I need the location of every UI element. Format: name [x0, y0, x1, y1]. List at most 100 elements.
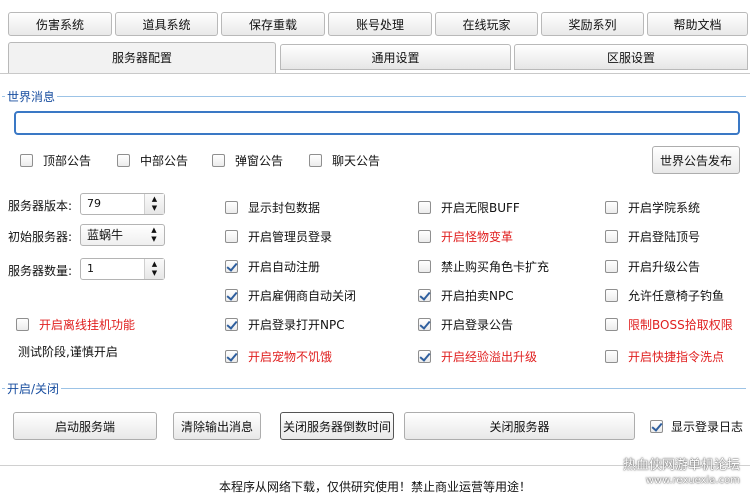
- checkbox-box[interactable]: [225, 259, 238, 273]
- checkbox-label: 开启拍卖NPC: [441, 288, 514, 303]
- checkbox-box[interactable]: [418, 259, 431, 273]
- infinite-buff-checkbox[interactable]: 开启无限BUFF: [418, 197, 520, 217]
- checkbox-label: 允许任意椅子钓鱼: [628, 288, 725, 303]
- pet-no-hunger-checkbox[interactable]: 开启宠物不饥饿: [225, 346, 332, 366]
- quick-command-reset-checkbox[interactable]: 开启快捷指令洗点: [605, 346, 724, 366]
- tab-save-reload[interactable]: 保存重载: [221, 12, 325, 36]
- offline-afk-checkbox[interactable]: 开启离线挂机功能: [16, 314, 135, 334]
- checkbox-box[interactable]: [605, 200, 618, 214]
- tab-zone-settings[interactable]: 区服设置: [514, 44, 748, 70]
- academy-system-checkbox[interactable]: 开启学院系统: [605, 197, 700, 217]
- clear-output-button[interactable]: 清除输出消息: [173, 412, 261, 440]
- tab-damage-system[interactable]: 伤害系统: [8, 12, 112, 36]
- checkbox-label: 中部公告: [140, 153, 189, 168]
- top-notice-checkbox[interactable]: 顶部公告: [20, 150, 91, 170]
- chat-notice-checkbox[interactable]: 聊天公告: [309, 150, 380, 170]
- shutdown-countdown-button[interactable]: 关闭服务器倒数时间: [280, 412, 394, 440]
- login-open-npc-checkbox[interactable]: 开启登录打开NPC: [225, 314, 345, 334]
- tab-account[interactable]: 账号处理: [328, 12, 432, 36]
- checkbox-label: 开启自动注册: [248, 259, 321, 274]
- checkbox-box[interactable]: [16, 317, 29, 331]
- checkbox-label: 开启离线挂机功能: [39, 317, 136, 332]
- checkbox-label: 聊天公告: [332, 153, 381, 168]
- checkbox-label: 开启经验溢出升级: [441, 349, 538, 364]
- tab-online-players[interactable]: 在线玩家: [435, 12, 538, 36]
- spinner-arrows-icon[interactable]: ▲ ▼: [144, 194, 164, 214]
- world-message-group-label: 世界消息: [5, 88, 58, 105]
- checkbox-box[interactable]: [225, 317, 238, 331]
- server-version-value: 79: [87, 197, 101, 210]
- checkbox-box[interactable]: [605, 229, 618, 243]
- init-server-value: 蓝蜗牛: [87, 228, 124, 242]
- boss-loot-restrict-checkbox[interactable]: 限制BOSS拾取权限: [605, 314, 733, 334]
- checkbox-label: 弹窗公告: [235, 153, 284, 168]
- checkbox-label: 禁止购买角色卡扩充: [441, 259, 550, 274]
- tab-pane-border: [0, 73, 750, 74]
- admin-login-checkbox[interactable]: 开启管理员登录: [225, 226, 332, 246]
- tab-server-config[interactable]: 服务器配置: [8, 42, 276, 74]
- forbid-char-slot-purchase-checkbox[interactable]: 禁止购买角色卡扩充: [418, 256, 549, 276]
- checkbox-box[interactable]: [605, 349, 618, 363]
- checkbox-label: 限制BOSS拾取权限: [628, 317, 733, 332]
- tab-item-system[interactable]: 道具系统: [115, 12, 218, 36]
- checkbox-label: 显示登录日志: [671, 419, 744, 434]
- show-packet-data-checkbox[interactable]: 显示封包数据: [225, 197, 320, 217]
- tab-help[interactable]: 帮助文档: [647, 12, 748, 36]
- start-server-button[interactable]: 启动服务端: [13, 412, 157, 440]
- checkbox-label: 显示封包数据: [248, 200, 321, 215]
- exp-overflow-levelup-checkbox[interactable]: 开启经验溢出升级: [418, 346, 537, 366]
- server-count-value: 1: [87, 262, 94, 275]
- checkbox-box[interactable]: [225, 288, 238, 302]
- testing-note: 测试阶段,谨慎开启: [18, 345, 118, 359]
- levelup-notice-checkbox[interactable]: 开启升级公告: [605, 256, 700, 276]
- server-count-spinner[interactable]: 1 ▲ ▼: [80, 258, 165, 280]
- checkbox-box[interactable]: [225, 200, 238, 214]
- login-notice-checkbox[interactable]: 开启登录公告: [418, 314, 513, 334]
- power-group-label: 开启/关闭: [5, 380, 62, 397]
- power-group-border: [2, 388, 746, 389]
- init-server-label: 初始服务器:: [8, 230, 73, 244]
- checkbox-label: 开启快捷指令洗点: [628, 349, 725, 364]
- auto-register-checkbox[interactable]: 开启自动注册: [225, 256, 320, 276]
- any-chair-fishing-checkbox[interactable]: 允许任意椅子钓鱼: [605, 285, 724, 305]
- watermark-url: www.rexuexia.com: [645, 475, 740, 486]
- login-kick-duplicate-checkbox[interactable]: 开启登陆顶号: [605, 226, 700, 246]
- checkbox-label: 开启登录公告: [441, 317, 514, 332]
- spinner-arrows-icon[interactable]: ▲ ▼: [144, 259, 164, 279]
- middle-notice-checkbox[interactable]: 中部公告: [117, 150, 188, 170]
- checkbox-box[interactable]: [117, 153, 130, 167]
- show-login-log-checkbox[interactable]: 显示登录日志: [650, 416, 743, 436]
- monster-mutation-checkbox[interactable]: 开启怪物变革: [418, 226, 513, 246]
- hired-merchant-autoclose-checkbox[interactable]: 开启雇佣商自动关闭: [225, 285, 356, 305]
- checkbox-box[interactable]: [309, 153, 322, 167]
- checkbox-box[interactable]: [605, 288, 618, 302]
- auction-npc-checkbox[interactable]: 开启拍卖NPC: [418, 285, 514, 305]
- checkbox-box[interactable]: [212, 153, 225, 167]
- tab-rewards[interactable]: 奖励系列: [541, 12, 644, 36]
- checkbox-box[interactable]: [418, 317, 431, 331]
- server-count-label: 服务器数量:: [8, 264, 73, 278]
- select-arrows-icon[interactable]: ▲ ▼: [144, 225, 164, 245]
- checkbox-label: 开启升级公告: [628, 259, 701, 274]
- checkbox-label: 开启怪物变革: [441, 229, 514, 244]
- checkbox-box[interactable]: [650, 419, 663, 433]
- checkbox-box[interactable]: [225, 229, 238, 243]
- world-message-input[interactable]: [14, 111, 740, 135]
- init-server-select[interactable]: 蓝蜗牛 ▲ ▼: [80, 224, 165, 246]
- checkbox-box[interactable]: [418, 229, 431, 243]
- checkbox-box[interactable]: [418, 288, 431, 302]
- popup-notice-checkbox[interactable]: 弹窗公告: [212, 150, 283, 170]
- publish-world-notice-button[interactable]: 世界公告发布: [652, 146, 740, 174]
- checkbox-box[interactable]: [605, 259, 618, 273]
- checkbox-box[interactable]: [225, 349, 238, 363]
- checkbox-box[interactable]: [20, 153, 33, 167]
- tab-general-settings[interactable]: 通用设置: [280, 44, 511, 70]
- stop-server-button[interactable]: 关闭服务器: [404, 412, 635, 440]
- world-message-group-border: [2, 96, 746, 97]
- checkbox-label: 开启登陆顶号: [628, 229, 701, 244]
- server-version-spinner[interactable]: 79 ▲ ▼: [80, 193, 165, 215]
- checkbox-box[interactable]: [418, 349, 431, 363]
- checkbox-box[interactable]: [605, 317, 618, 331]
- checkbox-box[interactable]: [418, 200, 431, 214]
- top-tab-row: 伤害系统 道具系统 保存重载 账号处理 在线玩家 奖励系列 帮助文档: [8, 12, 750, 38]
